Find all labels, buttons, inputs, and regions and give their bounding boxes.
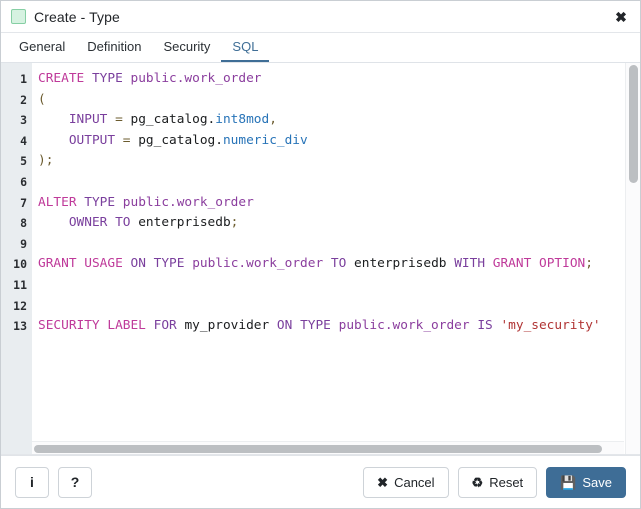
cancel-button-label: Cancel <box>394 474 435 490</box>
code-line: INPUT = pg_catalog.int8mod, <box>68 112 277 128</box>
line-number: 10 <box>13 257 27 272</box>
reset-button-label: Reset <box>489 474 524 490</box>
scrollbar-thumb[interactable] <box>629 65 638 183</box>
line-number: 3 <box>20 113 27 128</box>
create-type-dialog: Create - Type ✖ General Definition Secur… <box>0 0 641 509</box>
dialog-footer: i ? ✖ Cancel ♻ Reset 💾 Save <box>1 455 640 508</box>
cancel-button[interactable]: ✖ Cancel <box>363 466 449 498</box>
dialog-titlebar: Create - Type ✖ <box>1 1 640 33</box>
tab-definition[interactable]: Definition <box>76 33 152 62</box>
floppy-disk-icon: 💾 <box>560 474 577 490</box>
code-line: ); <box>38 153 54 169</box>
save-button[interactable]: 💾 Save <box>546 466 626 498</box>
scrollbar-thumb[interactable] <box>34 445 603 453</box>
line-number: 5 <box>20 154 27 169</box>
line-number: 1 <box>20 72 27 86</box>
close-icon: ✖ <box>377 474 389 490</box>
editor-horizontal-scrollbar[interactable] <box>32 441 624 454</box>
editor-code-area[interactable]: CREATE TYPE public.work_order ( INPUT = … <box>32 63 640 454</box>
save-button-label: Save <box>582 474 612 490</box>
code-line: ALTER TYPE public.work_order <box>38 194 254 210</box>
sql-editor[interactable]: 1 2 3 4 5 6 7 8 9 10 11 12 13 CREATE TYP… <box>1 63 640 455</box>
code-line: SECURITY LABEL FOR my_provider ON TYPE p… <box>38 318 601 334</box>
tab-security[interactable]: Security <box>152 33 221 62</box>
footer-left-actions: i ? <box>15 466 92 498</box>
line-number: 9 <box>20 236 27 251</box>
type-square-icon <box>11 9 26 24</box>
line-number: 4 <box>20 133 27 148</box>
line-number: 8 <box>20 216 27 231</box>
info-button[interactable]: i <box>15 466 49 498</box>
line-number: 13 <box>13 319 27 334</box>
editor-gutter: 1 2 3 4 5 6 7 8 9 10 11 12 13 <box>1 63 32 454</box>
footer-right-actions: ✖ Cancel ♻ Reset 💾 Save <box>363 466 626 498</box>
line-number: 7 <box>20 195 27 210</box>
line-number: 12 <box>13 298 27 313</box>
code-line: OWNER TO enterprisedb; <box>68 215 239 231</box>
help-button[interactable]: ? <box>58 466 92 498</box>
tab-general[interactable]: General <box>8 33 76 62</box>
dialog-title: Create - Type <box>34 8 120 25</box>
reset-button[interactable]: ♻ Reset <box>457 466 538 498</box>
recycle-icon: ♻ <box>471 474 484 490</box>
line-number: 2 <box>20 92 27 107</box>
code-line: ( <box>38 91 46 107</box>
dialog-tabbar: General Definition Security SQL <box>1 33 640 63</box>
editor-vertical-scrollbar[interactable] <box>625 63 640 454</box>
code-line: CREATE TYPE public.work_order <box>38 71 262 86</box>
line-number: 11 <box>13 277 27 292</box>
close-icon[interactable]: ✖ <box>611 7 631 27</box>
tab-sql[interactable]: SQL <box>221 33 270 62</box>
code-line: OUTPUT = pg_catalog.numeric_div <box>68 132 308 148</box>
code-line: GRANT USAGE ON TYPE public.work_order TO… <box>38 256 593 272</box>
line-number: 6 <box>20 174 27 189</box>
